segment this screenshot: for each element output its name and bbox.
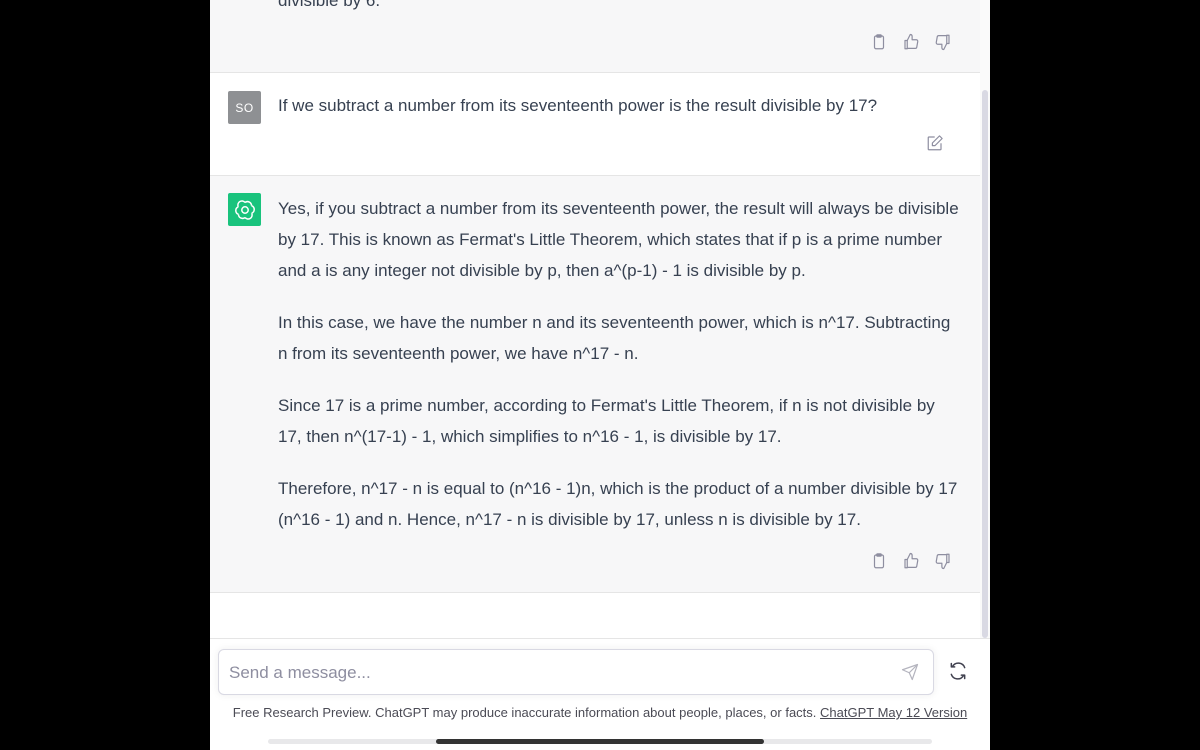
previous-assistant-message: divisible by 6. bbox=[210, 0, 980, 73]
footer-disclaimer: Free Research Preview. ChatGPT may produ… bbox=[210, 705, 990, 720]
previous-message-actions bbox=[868, 31, 954, 53]
composer-area: Free Research Preview. ChatGPT may produ… bbox=[210, 638, 990, 750]
user-message: SO If we subtract a number from its seve… bbox=[210, 74, 980, 176]
horizontal-scrollbar-thumb[interactable] bbox=[436, 739, 764, 744]
scrollbar-thumb[interactable] bbox=[982, 90, 988, 638]
thumbs-up-button[interactable] bbox=[900, 31, 922, 53]
edit-message-button[interactable] bbox=[926, 134, 946, 154]
version-link[interactable]: ChatGPT May 12 Version bbox=[820, 705, 967, 720]
user-avatar: SO bbox=[228, 91, 261, 124]
thumbs-down-icon bbox=[935, 34, 950, 51]
copy-button[interactable] bbox=[868, 550, 890, 572]
clipboard-icon bbox=[873, 553, 885, 569]
chat-window: divisible by 6. SO If we subtract a numb… bbox=[210, 0, 990, 750]
message-input-box bbox=[218, 649, 934, 695]
assistant-paragraph: Since 17 is a prime number, according to… bbox=[278, 396, 935, 446]
send-icon bbox=[901, 663, 919, 681]
assistant-message-actions bbox=[868, 550, 954, 572]
copy-button[interactable] bbox=[868, 31, 890, 53]
assistant-paragraph: Yes, if you subtract a number from its s… bbox=[278, 199, 959, 280]
assistant-paragraph: Therefore, n^17 - n is equal to (n^16 - … bbox=[278, 479, 958, 529]
footer-text: Free Research Preview. ChatGPT may produ… bbox=[232, 705, 817, 720]
previous-message-text: divisible by 6. bbox=[278, 0, 381, 10]
openai-logo-icon bbox=[234, 199, 255, 220]
thumbs-up-button[interactable] bbox=[900, 550, 922, 572]
clipboard-icon bbox=[873, 34, 885, 50]
assistant-avatar bbox=[228, 193, 261, 226]
thumbs-up-icon bbox=[904, 552, 919, 569]
send-button[interactable] bbox=[901, 663, 921, 683]
regenerate-button[interactable] bbox=[948, 661, 972, 685]
thumbs-up-icon bbox=[904, 33, 919, 50]
message-input[interactable] bbox=[229, 660, 869, 686]
assistant-paragraph: In this case, we have the number n and i… bbox=[278, 313, 951, 363]
user-message-text: If we subtract a number from its sevente… bbox=[278, 96, 878, 115]
regenerate-icon bbox=[950, 662, 966, 680]
assistant-message: Yes, if you subtract a number from its s… bbox=[210, 176, 980, 593]
edit-icon bbox=[927, 135, 943, 151]
assistant-message-body: Yes, if you subtract a number from its s… bbox=[278, 193, 963, 556]
thumbs-down-icon bbox=[935, 553, 950, 570]
thumbs-down-button[interactable] bbox=[932, 31, 954, 53]
thumbs-down-button[interactable] bbox=[932, 550, 954, 572]
